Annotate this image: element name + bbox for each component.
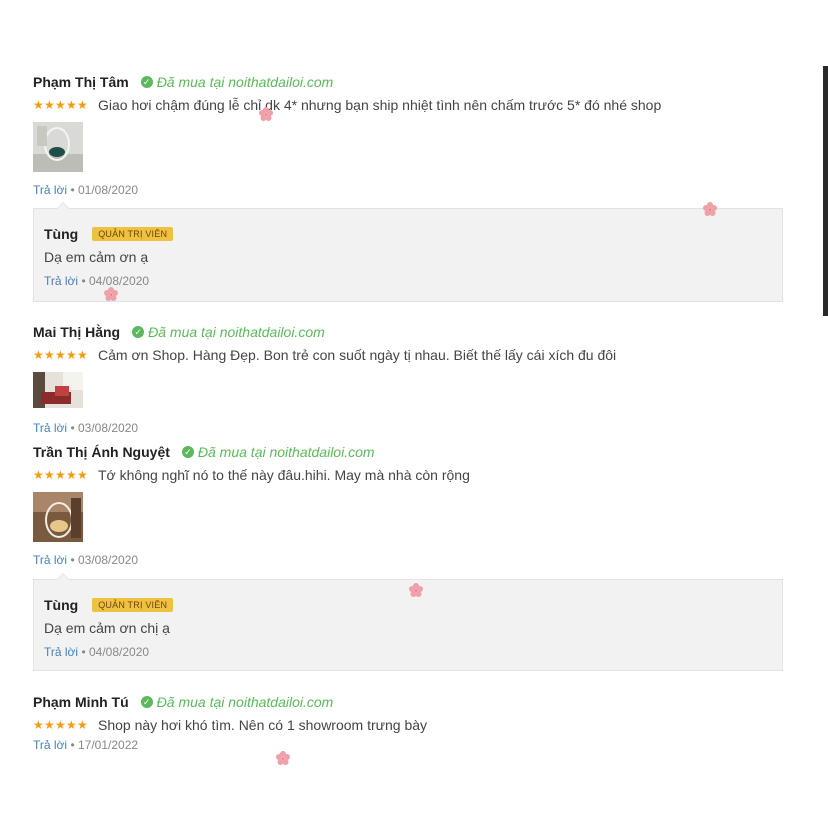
- review-meta: Trả lời • 03/08/2020: [33, 553, 783, 567]
- star-icon: ★: [66, 468, 77, 482]
- star-icon: ★: [77, 98, 88, 112]
- verified-text: Đã mua tại noithatdailoi.com: [197, 444, 375, 460]
- review-comment: Giao hơi chậm đúng lễ chỉ dk 4* nhưng bạ…: [98, 97, 662, 113]
- review-comment: Tớ không nghĩ nó to thế này đâu.hihi. Ma…: [98, 467, 470, 483]
- meta-separator: •: [70, 553, 78, 567]
- review-comment: Shop này hơi khó tìm. Nên có 1 showroom …: [98, 717, 428, 733]
- petal-icon: [259, 107, 273, 121]
- review-date: 03/08/2020: [77, 553, 139, 567]
- check-circle-icon: ✓: [140, 696, 153, 708]
- reply-link[interactable]: Trả lời: [33, 738, 67, 752]
- meta-separator: •: [70, 738, 78, 752]
- meta-separator: •: [81, 645, 89, 659]
- review-comment: Cảm ơn Shop. Hàng Đẹp. Bon trẻ con suốt …: [98, 347, 617, 363]
- review-photo-thumbnail[interactable]: [33, 122, 83, 172]
- star-icon: ★: [77, 468, 88, 482]
- petal-icon: [276, 751, 290, 765]
- check-circle-icon: ✓: [140, 76, 153, 88]
- admin-reply-date: 04/08/2020: [88, 274, 150, 288]
- admin-name: Tùng: [44, 597, 79, 613]
- verified-purchase: ✓ Đã mua tại noithatdailoi.com: [132, 324, 325, 340]
- star-icon: ★: [44, 718, 55, 732]
- review-date: 03/08/2020: [77, 421, 139, 435]
- admin-reply: Tùng QUẢN TRỊ VIÊN Dạ em cảm ơn chị ạ Tr…: [33, 573, 783, 671]
- reply-link[interactable]: Trả lời: [33, 553, 67, 567]
- verified-purchase: ✓ Đã mua tại noithatdailoi.com: [181, 444, 375, 460]
- star-rating: ★ ★ ★ ★ ★: [33, 469, 88, 481]
- review-photo-thumbnail[interactable]: [33, 492, 83, 542]
- reply-link[interactable]: Trả lời: [44, 274, 78, 288]
- admin-reply-meta: Trả lời • 04/08/2020: [44, 274, 782, 288]
- star-icon: ★: [77, 348, 88, 362]
- reviewer-name: Trần Thị Ánh Nguyệt: [33, 444, 170, 460]
- meta-separator: •: [70, 183, 78, 197]
- review-date: 17/01/2022: [77, 738, 139, 752]
- verified-text: Đã mua tại noithatdailoi.com: [148, 324, 325, 340]
- star-rating: ★ ★ ★ ★ ★: [33, 719, 88, 731]
- reply-link[interactable]: Trả lời: [44, 645, 78, 659]
- sidebar-image-edge: [823, 66, 828, 316]
- star-icon: ★: [33, 468, 44, 482]
- star-icon: ★: [33, 348, 44, 362]
- review-photo-thumbnail[interactable]: [33, 372, 83, 408]
- petal-icon: [409, 583, 423, 597]
- admin-reply: Tùng QUẢN TRỊ VIÊN Dạ em cảm ơn ạ Trả lờ…: [33, 202, 783, 302]
- check-circle-icon: ✓: [132, 326, 145, 338]
- meta-separator: •: [81, 274, 89, 288]
- admin-name: Tùng: [44, 226, 79, 242]
- meta-separator: •: [70, 421, 78, 435]
- star-icon: ★: [66, 98, 77, 112]
- petal-icon: [104, 287, 118, 301]
- star-icon: ★: [44, 98, 55, 112]
- review-meta: Trả lời • 03/08/2020: [33, 421, 783, 435]
- review-meta: Trả lời • 01/08/2020: [33, 183, 783, 197]
- reply-arrow: [56, 202, 70, 209]
- admin-reply-text: Dạ em cảm ơn chị ạ: [44, 620, 170, 636]
- star-icon: ★: [33, 718, 44, 732]
- star-icon: ★: [55, 348, 66, 362]
- verified-purchase: ✓ Đã mua tại noithatdailoi.com: [140, 74, 334, 90]
- star-icon: ★: [44, 348, 55, 362]
- admin-reply-meta: Trả lời • 04/08/2020: [44, 645, 782, 659]
- star-icon: ★: [55, 468, 66, 482]
- review-item: Phạm Thị Tâm ✓ Đã mua tại noithatdailoi.…: [33, 72, 783, 197]
- reviewer-name: Phạm Minh Tú: [33, 694, 129, 710]
- star-icon: ★: [44, 468, 55, 482]
- reply-arrow: [56, 573, 70, 580]
- reply-link[interactable]: Trả lời: [33, 183, 67, 197]
- check-circle-icon: ✓: [181, 446, 194, 458]
- star-rating: ★ ★ ★ ★ ★: [33, 349, 88, 361]
- reviewer-name: Mai Thị Hằng: [33, 324, 121, 340]
- verified-text: Đã mua tại noithatdailoi.com: [156, 74, 334, 90]
- review-date: 01/08/2020: [77, 183, 139, 197]
- star-rating: ★ ★ ★ ★ ★: [33, 99, 88, 111]
- review-item: Trần Thị Ánh Nguyệt ✓ Đã mua tại noithat…: [33, 442, 783, 567]
- admin-reply-date: 04/08/2020: [88, 645, 150, 659]
- star-icon: ★: [77, 718, 88, 732]
- verified-text: Đã mua tại noithatdailoi.com: [156, 694, 334, 710]
- admin-reply-text: Dạ em cảm ơn ạ: [44, 249, 149, 265]
- review-item: Phạm Minh Tú ✓ Đã mua tại noithatdailoi.…: [33, 692, 783, 752]
- review-item: Mai Thị Hằng ✓ Đã mua tại noithatdailoi.…: [33, 322, 783, 435]
- star-icon: ★: [66, 718, 77, 732]
- petal-icon: [703, 202, 717, 216]
- star-icon: ★: [33, 98, 44, 112]
- star-icon: ★: [66, 348, 77, 362]
- verified-purchase: ✓ Đã mua tại noithatdailoi.com: [140, 694, 334, 710]
- reply-link[interactable]: Trả lời: [33, 421, 67, 435]
- star-icon: ★: [55, 718, 66, 732]
- admin-badge: QUẢN TRỊ VIÊN: [92, 598, 174, 612]
- review-meta: Trả lời • 17/01/2022: [33, 738, 783, 752]
- star-icon: ★: [55, 98, 66, 112]
- admin-badge: QUẢN TRỊ VIÊN: [92, 227, 174, 241]
- reviewer-name: Phạm Thị Tâm: [33, 74, 129, 90]
